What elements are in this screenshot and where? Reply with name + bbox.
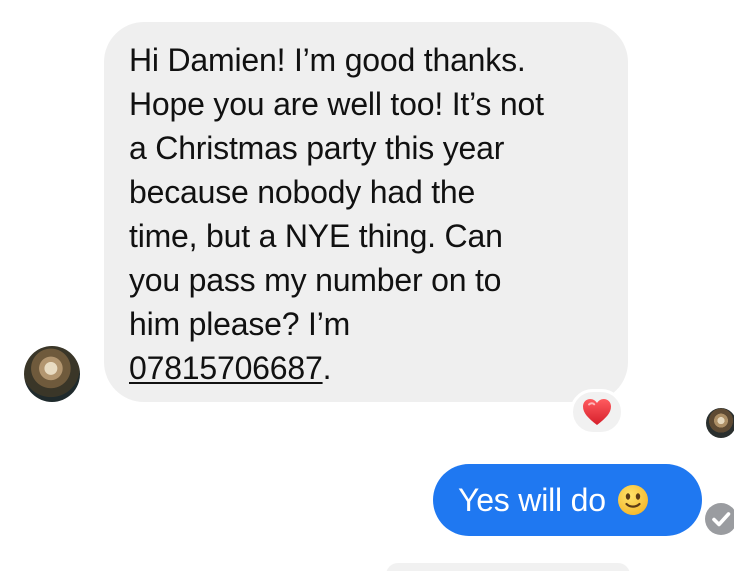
phone-number-link[interactable]: 07815706687: [129, 350, 323, 386]
incoming-message-body: Hi Damien! I’m good thanks. Hope you are…: [129, 42, 544, 342]
delivered-check-icon: [705, 503, 734, 535]
messenger-conversation: Hi Damien! I’m good thanks. Hope you are…: [0, 0, 734, 571]
sender-avatar[interactable]: [24, 346, 80, 402]
outgoing-message-text: Yes will do: [458, 482, 606, 518]
slightly-smiling-face-icon: [617, 485, 648, 515]
incoming-message-bubble[interactable]: Hi Damien! I’m good thanks. Hope you are…: [104, 22, 628, 402]
red-heart-icon: [583, 399, 611, 425]
message-reaction[interactable]: [570, 389, 624, 435]
seen-by-avatar: [706, 408, 734, 438]
incoming-message-text: Hi Damien! I’m good thanks. Hope you are…: [129, 38, 608, 390]
check-mark-icon: [712, 512, 731, 527]
next-message-bubble-edge: [386, 563, 630, 571]
outgoing-message-bubble[interactable]: Yes will do: [433, 464, 702, 536]
incoming-message-end: .: [322, 350, 332, 386]
